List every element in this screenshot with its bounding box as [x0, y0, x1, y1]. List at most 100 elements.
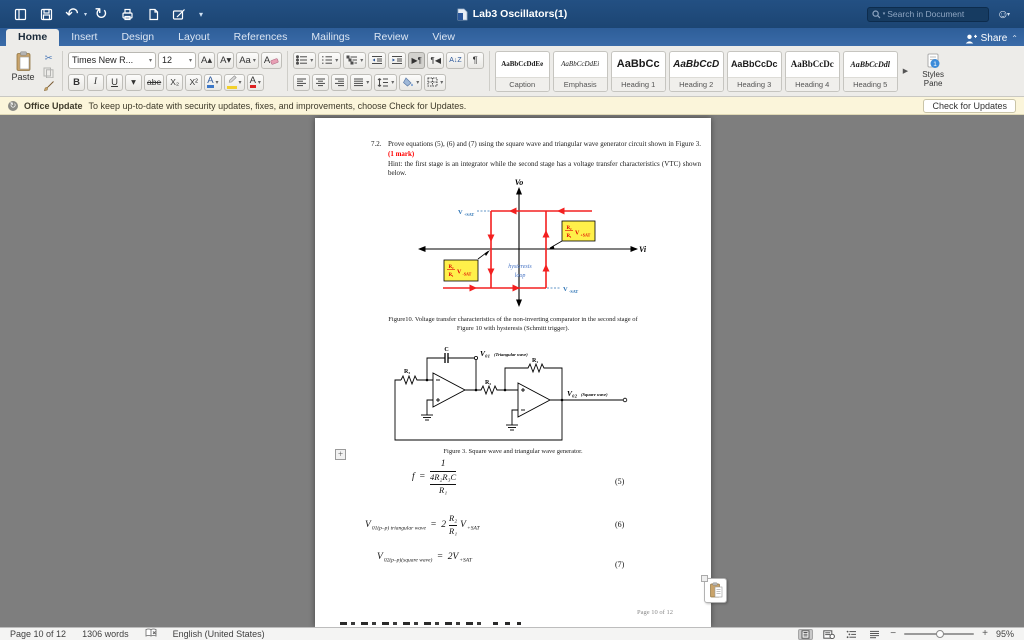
superscript-button[interactable]: X² [185, 73, 203, 91]
zoom-percent[interactable]: 95% [996, 629, 1014, 639]
font-name-combo[interactable]: Times New R... ▾ [68, 51, 156, 69]
next-page-text-fragment [340, 622, 485, 625]
change-case-button[interactable]: Aa ▾ [236, 51, 259, 69]
bullet-list-button[interactable]: ▾ [293, 51, 317, 69]
web-layout-view-button[interactable] [821, 629, 836, 640]
feedback-smiley-icon[interactable]: ☺ ▾ [997, 7, 1014, 21]
decrease-indent-button[interactable] [368, 51, 387, 69]
draft-view-button[interactable] [867, 629, 882, 640]
text-effects-button[interactable]: A ▾ [204, 73, 222, 91]
cut-icon[interactable]: ✂ [40, 51, 57, 65]
format-painter-icon[interactable] [169, 4, 189, 24]
search-input[interactable] [887, 9, 984, 19]
line-spacing-button[interactable]: ▾ [374, 73, 398, 91]
loop-label-1: hysteresis [508, 264, 532, 270]
new-document-icon[interactable] [143, 4, 163, 24]
vneg-sub: -SAT [569, 289, 578, 294]
eq6-coef: 2 [441, 520, 447, 531]
zoom-slider[interactable] [904, 630, 975, 638]
style-caption[interactable]: AaBbCcDdEe Caption [494, 50, 550, 92]
status-word-count[interactable]: 1306 words [82, 629, 129, 639]
underline-caret[interactable]: ▾ [125, 73, 142, 91]
zoom-in-button[interactable]: + [982, 629, 988, 639]
undo-caret-icon[interactable]: ▾ [84, 11, 87, 18]
style-emphasis[interactable]: AaBbCcDdEi Emphasis [552, 50, 608, 92]
search-scope-caret-icon[interactable]: ▾ [883, 11, 886, 17]
clear-formatting-button[interactable]: A [260, 51, 283, 69]
highlighter-icon [228, 75, 237, 83]
format-brush-icon[interactable] [40, 79, 57, 93]
style-heading4[interactable]: AaBbCcDc Heading 4 [784, 50, 840, 92]
zoom-out-button[interactable]: − [890, 629, 896, 639]
multilevel-list-button[interactable]: ▾ [343, 51, 367, 69]
bold-button[interactable]: B [68, 73, 85, 91]
align-center-button[interactable] [312, 73, 330, 91]
tab-design[interactable]: Design [109, 29, 166, 46]
rtl-paragraph-button[interactable]: ¶◀ [427, 51, 445, 69]
style-heading1[interactable]: AaBbCc Heading 1 [610, 50, 666, 92]
save-icon[interactable] [36, 4, 56, 24]
show-marks-button[interactable]: ¶ [466, 51, 484, 69]
eq7-tag: (7) [615, 560, 625, 569]
ribbon-collapse-icon[interactable]: ⌃ [1011, 34, 1018, 43]
borders-button[interactable]: ▾ [424, 73, 447, 91]
redo-icon[interactable]: ↻ [91, 4, 111, 24]
paste-options-clipboard-icon [709, 582, 722, 598]
print-layout-view-button[interactable] [798, 628, 814, 640]
undo-icon[interactable]: ↶ [62, 4, 82, 24]
toolbar-options-icon[interactable]: ▾ [191, 4, 211, 24]
search-box[interactable]: ▾ [866, 6, 989, 22]
outline-view-button[interactable] [844, 629, 859, 640]
styles-pane-button[interactable]: 1 Styles Pane [912, 48, 954, 94]
share-label: Share [980, 33, 1008, 44]
tab-review[interactable]: Review [362, 29, 420, 46]
loop-label-2: loop [515, 273, 526, 279]
subscript-button[interactable]: X₂ [166, 73, 184, 91]
underline-button[interactable]: U [106, 73, 123, 91]
paste-options-button[interactable] [701, 575, 727, 603]
strikethrough-button[interactable]: abe [144, 73, 165, 91]
shading-button[interactable]: ▾ [399, 73, 423, 91]
sort-button[interactable]: A↓Z [446, 51, 465, 69]
sidebar-toggle-icon[interactable] [10, 4, 30, 24]
ltr-paragraph-button[interactable]: ▶¶ [408, 51, 426, 69]
tab-insert[interactable]: Insert [59, 29, 109, 46]
tab-home[interactable]: Home [6, 29, 60, 46]
styles-gallery-more-icon[interactable]: ▶ [901, 67, 910, 75]
tab-layout[interactable]: Layout [166, 29, 222, 46]
share-button[interactable]: Share ⌃ [965, 33, 1018, 46]
check-for-updates-button[interactable]: Check for Updates [923, 98, 1016, 113]
print-icon[interactable] [117, 4, 137, 24]
document-page[interactable]: 7.2. Prove equations (5), (6) and (7) us… [315, 118, 711, 627]
shrink-font-button[interactable]: A▾ [217, 51, 235, 69]
font-size-combo[interactable]: 12 ▾ [158, 51, 196, 69]
align-right-button[interactable] [331, 73, 349, 91]
style-heading5[interactable]: AaBbCcDdl Heading 5 [842, 50, 898, 92]
vneg-label: V [563, 286, 568, 293]
vo1-note: (Triangular wave) [494, 352, 528, 357]
document-area: 7.2. Prove equations (5), (6) and (7) us… [0, 115, 1024, 627]
align-left-button[interactable] [293, 73, 311, 91]
justify-button[interactable]: ▾ [350, 73, 373, 91]
section-number: 7.2. [371, 140, 382, 148]
paste-button[interactable]: Paste [6, 49, 40, 93]
spellcheck-icon[interactable] [145, 628, 157, 640]
grow-font-button[interactable]: A▴ [198, 51, 216, 69]
increase-indent-button[interactable] [388, 51, 407, 69]
tab-references[interactable]: References [222, 29, 300, 46]
style-heading2[interactable]: AaBbCcD Heading 2 [668, 50, 724, 92]
object-anchor-icon[interactable]: + [335, 449, 346, 460]
status-page-indicator[interactable]: Page 10 of 12 [10, 629, 66, 639]
eq7-rhs: 2V [447, 552, 459, 562]
highlight-button[interactable]: ▾ [223, 73, 245, 91]
font-color-button[interactable]: A ▾ [246, 73, 264, 91]
style-heading3[interactable]: AaBbCcDc Heading 3 [726, 50, 782, 92]
zoom-slider-knob[interactable] [936, 630, 945, 638]
tab-mailings[interactable]: Mailings [299, 29, 362, 46]
italic-button[interactable]: I [87, 73, 104, 91]
tab-view[interactable]: View [420, 29, 467, 46]
styles-pane-icon: 1 [927, 53, 940, 69]
status-language[interactable]: English (United States) [173, 629, 265, 639]
copy-icon[interactable] [40, 65, 57, 79]
numbered-list-button[interactable]: ▾ [318, 51, 342, 69]
